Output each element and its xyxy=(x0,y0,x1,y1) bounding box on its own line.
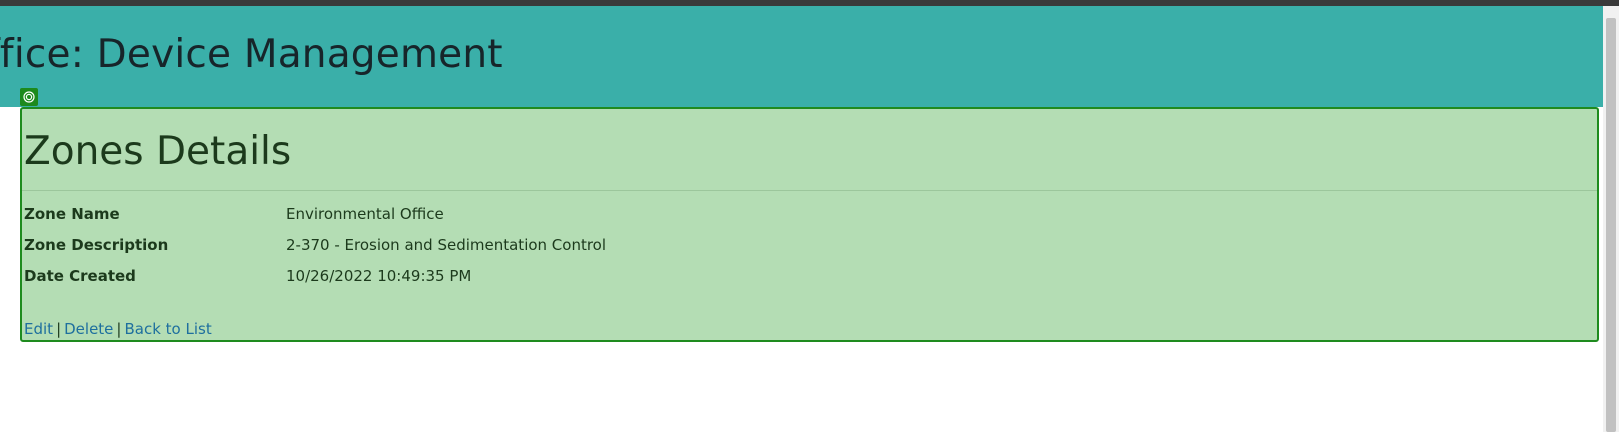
detail-label: Date Created xyxy=(24,267,136,285)
vertical-scrollbar[interactable] xyxy=(1603,6,1619,432)
detail-value: 10/26/2022 10:49:35 PM xyxy=(286,267,472,285)
detail-value: 2-370 - Erosion and Sedimentation Contro… xyxy=(286,236,607,254)
action-links: Edit | Delete | Back to List xyxy=(24,320,212,338)
link-separator: | xyxy=(56,320,62,338)
target-icon[interactable] xyxy=(20,88,38,106)
detail-row-date-created: Date Created 10/26/2022 10:49:35 PM xyxy=(24,267,1224,291)
site-title: ffice: Device Management xyxy=(0,32,503,77)
back-to-list-link[interactable]: Back to List xyxy=(124,320,211,338)
delete-link[interactable]: Delete xyxy=(64,320,113,338)
detail-row-zone-name: Zone Name Environmental Office xyxy=(24,205,1224,229)
link-separator: | xyxy=(116,320,122,338)
edit-link[interactable]: Edit xyxy=(24,320,53,338)
detail-label: Zone Description xyxy=(24,236,169,254)
detail-row-zone-description: Zone Description 2-370 - Erosion and Sed… xyxy=(24,236,1224,260)
divider xyxy=(22,190,1597,191)
detail-label: Zone Name xyxy=(24,205,120,223)
detail-value: Environmental Office xyxy=(286,205,444,223)
scrollbar-thumb[interactable] xyxy=(1606,18,1616,432)
site-header: ffice: Device Management xyxy=(0,6,1603,107)
zone-details-panel: Zones Details Zone Name Environmental Of… xyxy=(20,107,1599,342)
page-title: Zones Details xyxy=(24,129,292,174)
